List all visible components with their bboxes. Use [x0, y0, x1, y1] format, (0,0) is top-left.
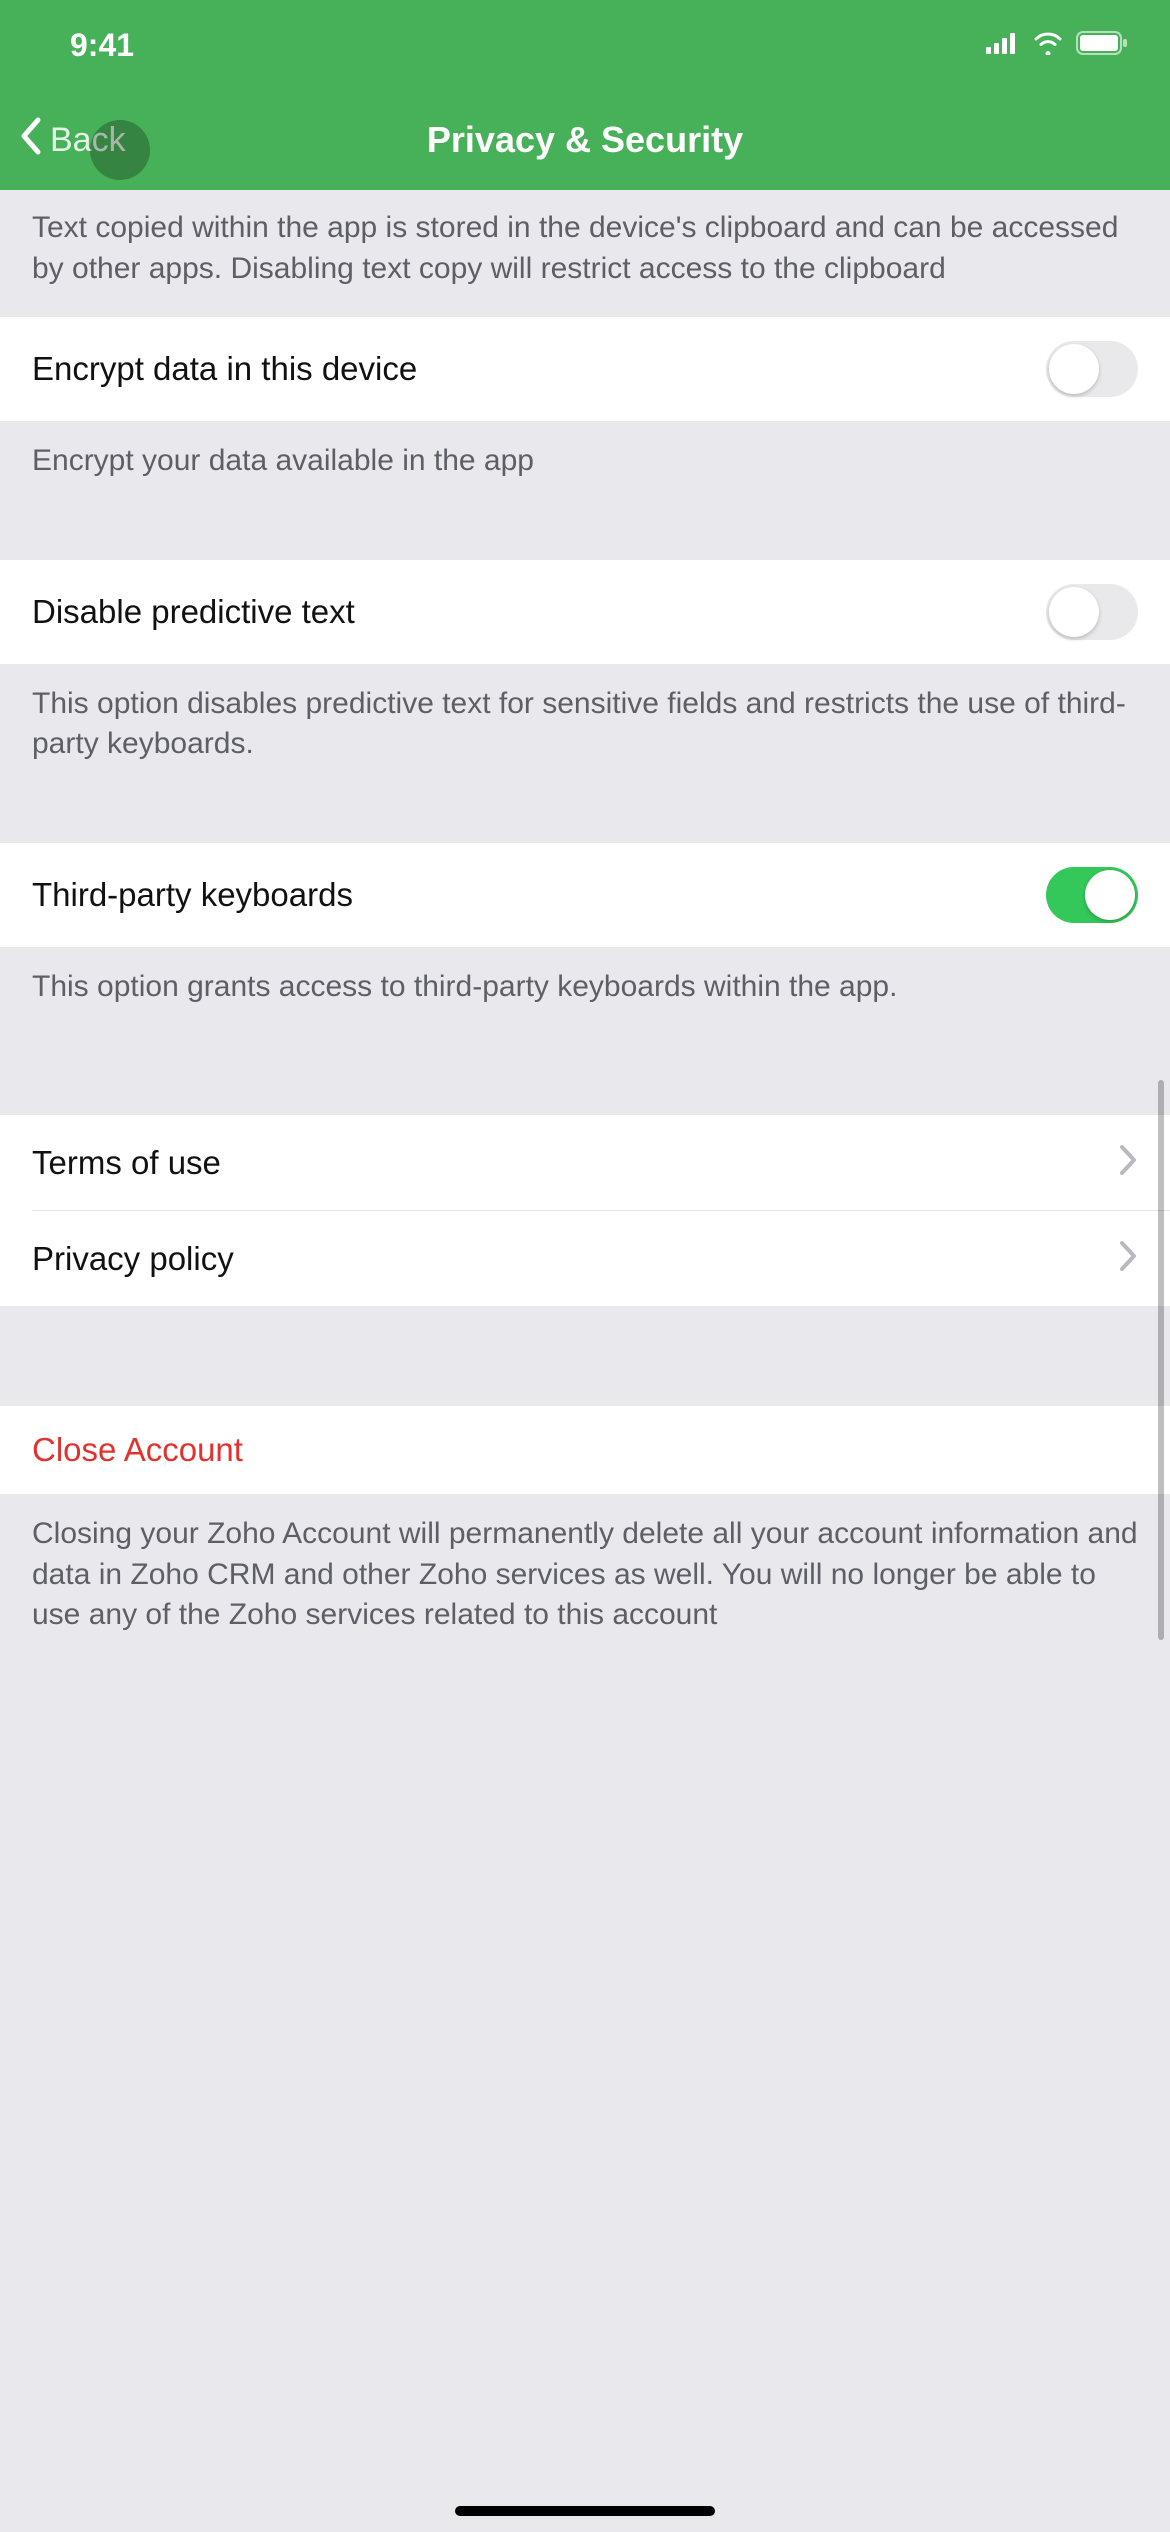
chevron-right-icon [1118, 1239, 1138, 1278]
encrypt-data-label: Encrypt data in this device [32, 350, 417, 388]
nav-bar: Back Privacy & Security [0, 90, 1170, 190]
terms-of-use-label: Terms of use [32, 1144, 221, 1182]
encrypt-data-toggle[interactable] [1046, 341, 1138, 397]
home-indicator[interactable] [455, 2506, 715, 2516]
terms-of-use-row[interactable]: Terms of use [0, 1115, 1170, 1210]
clipboard-description: Text copied within the app is stored in … [0, 190, 1170, 317]
status-icons [986, 30, 1130, 61]
third-party-keyboards-description: This option grants access to third-party… [0, 947, 1170, 1036]
privacy-policy-row[interactable]: Privacy policy [0, 1211, 1170, 1306]
privacy-policy-label: Privacy policy [32, 1240, 234, 1278]
status-bar: 9:41 [0, 0, 1170, 90]
content: Text copied within the app is stored in … [0, 190, 1170, 2532]
battery-icon [1076, 30, 1130, 61]
disable-predictive-label: Disable predictive text [32, 593, 355, 631]
third-party-keyboards-label: Third-party keyboards [32, 876, 353, 914]
wifi-icon [1032, 31, 1064, 60]
disable-predictive-row[interactable]: Disable predictive text [0, 560, 1170, 664]
chevron-right-icon [1118, 1143, 1138, 1182]
encrypt-data-description: Encrypt your data available in the app [0, 421, 1170, 510]
close-account-description: Closing your Zoho Account will permanent… [0, 1494, 1170, 1664]
status-time: 9:41 [70, 27, 134, 64]
back-label: Back [50, 121, 126, 160]
third-party-keyboards-row[interactable]: Third-party keyboards [0, 843, 1170, 947]
cellular-icon [986, 32, 1020, 59]
encrypt-data-row[interactable]: Encrypt data in this device [0, 317, 1170, 421]
close-account-label: Close Account [32, 1431, 243, 1469]
disable-predictive-toggle[interactable] [1046, 584, 1138, 640]
page-title: Privacy & Security [0, 119, 1170, 161]
close-account-row[interactable]: Close Account [0, 1406, 1170, 1494]
scroll-indicator[interactable] [1158, 1080, 1164, 1640]
third-party-keyboards-toggle[interactable] [1046, 867, 1138, 923]
back-button[interactable]: Back [18, 116, 126, 165]
chevron-left-icon [18, 116, 42, 165]
disable-predictive-description: This option disables predictive text for… [0, 664, 1170, 793]
